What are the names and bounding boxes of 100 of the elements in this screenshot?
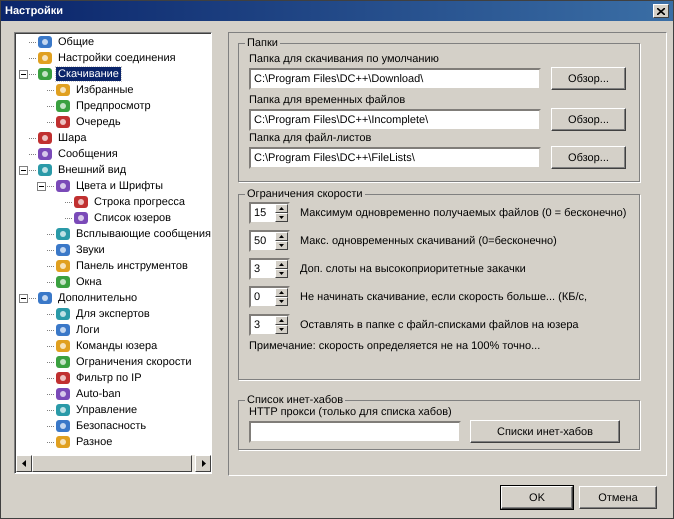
tree-item[interactable]: Настройки соединения xyxy=(56,51,178,65)
group-title: Список инет-хабов xyxy=(246,394,344,406)
spin-up-button[interactable] xyxy=(275,288,288,297)
window-title: Настройки xyxy=(5,5,64,17)
scroll-left-button[interactable] xyxy=(16,455,32,472)
field-label: Папка для временных файлов xyxy=(249,94,406,106)
tree-item[interactable]: Панель инструментов xyxy=(74,259,190,273)
number-spinner[interactable]: 15 xyxy=(249,202,290,224)
field-label: Папка для файл-листов xyxy=(249,132,372,144)
item-icon xyxy=(73,210,89,226)
group-title: Ограничения скорости xyxy=(246,188,364,200)
number-spinner[interactable]: 50 xyxy=(249,230,290,252)
tree-item[interactable]: Всплывающие сообщения xyxy=(74,227,213,241)
tree-item[interactable]: Управление xyxy=(74,403,140,417)
number-spinner[interactable]: 3 xyxy=(249,314,290,336)
up-triangle-icon xyxy=(278,205,285,212)
tree-item[interactable]: Безопасность xyxy=(74,419,148,433)
number-spinner[interactable]: 3 xyxy=(249,258,290,280)
item-icon xyxy=(55,338,71,354)
tree-item[interactable]: Фильтр по IP xyxy=(74,371,144,385)
item-icon xyxy=(55,274,71,290)
item-icon xyxy=(55,226,71,242)
up-triangle-icon xyxy=(278,289,285,296)
folder-path-field[interactable]: C:\Program Files\DC++\Download\ xyxy=(249,68,541,90)
tree-item[interactable]: Разное xyxy=(74,435,114,449)
tree-item[interactable]: Список юзеров xyxy=(92,211,174,225)
down-triangle-icon xyxy=(278,214,285,221)
dialog-button[interactable]: OK xyxy=(501,486,573,509)
close-button[interactable] xyxy=(653,4,669,18)
tree-item[interactable]: Дополнительно xyxy=(56,291,140,305)
tree-item[interactable]: Скачивание xyxy=(56,67,121,81)
down-triangle-icon xyxy=(278,326,285,333)
spin-down-button[interactable] xyxy=(275,325,288,334)
tree-item[interactable]: Сообщения xyxy=(56,147,120,161)
number-spinner[interactable]: 0 xyxy=(249,286,290,308)
tree-item[interactable]: Ограничения скорости xyxy=(74,355,194,369)
left-triangle-icon xyxy=(20,460,28,467)
setting-label: Доп. слоты на высокоприоритетные закачки xyxy=(300,263,526,275)
tree-item[interactable]: Цвета и Шрифты xyxy=(74,179,165,193)
tree-item[interactable]: Звуки xyxy=(74,243,107,257)
collapse-icon[interactable] xyxy=(19,166,28,174)
scroll-right-button[interactable] xyxy=(195,455,211,472)
tree-item[interactable]: Команды юзера xyxy=(74,339,160,353)
folder-path-field[interactable]: C:\Program Files\DC++\FileLists\ xyxy=(249,146,541,168)
down-triangle-icon xyxy=(278,242,285,249)
proxy-field[interactable] xyxy=(249,420,461,442)
collapse-icon[interactable] xyxy=(19,294,28,302)
tree-item[interactable]: Избранные xyxy=(74,83,136,97)
item-icon xyxy=(37,162,53,178)
browse-button[interactable]: Обзор... xyxy=(551,146,626,169)
group-title: Папки xyxy=(246,37,279,49)
item-icon xyxy=(55,178,71,194)
tree-item[interactable]: Auto-ban xyxy=(74,387,123,401)
item-icon xyxy=(37,146,53,162)
item-icon xyxy=(55,98,71,114)
setting-label: Макс. одновременных скачиваний (0=бесконечно) xyxy=(300,235,557,247)
tree-item[interactable]: Шара xyxy=(56,131,88,145)
up-triangle-icon xyxy=(278,233,285,240)
tree-item[interactable]: Для экспертов xyxy=(74,307,152,321)
item-icon xyxy=(55,402,71,418)
collapse-icon[interactable] xyxy=(37,182,46,190)
up-triangle-icon xyxy=(278,261,285,268)
item-icon xyxy=(73,194,89,210)
spin-up-button[interactable] xyxy=(275,204,288,213)
tree-item[interactable]: Очередь xyxy=(74,115,123,129)
item-icon xyxy=(55,418,71,434)
tree-item[interactable]: Общие xyxy=(56,35,96,49)
tree-item[interactable]: Логи xyxy=(74,323,102,337)
item-icon xyxy=(37,50,53,66)
right-triangle-icon xyxy=(200,460,206,467)
scroll-thumb[interactable] xyxy=(32,455,192,472)
spin-up-button[interactable] xyxy=(275,232,288,241)
item-icon xyxy=(55,306,71,322)
setting-label: Не начинать скачивание, если скорость больше... (КБ/с, xyxy=(300,291,588,303)
spin-down-button[interactable] xyxy=(275,297,288,306)
close-icon xyxy=(657,8,665,14)
setting-label: Максимум одновременно получаемых файлов (0 = бесконечно) xyxy=(300,207,626,219)
browse-button[interactable]: Обзор... xyxy=(551,67,626,90)
spin-down-button[interactable] xyxy=(275,213,288,222)
item-icon xyxy=(55,386,71,402)
hublists-button[interactable]: Списки инет-хабов xyxy=(470,420,620,443)
spin-down-button[interactable] xyxy=(275,269,288,278)
down-triangle-icon xyxy=(278,270,285,277)
item-icon xyxy=(55,370,71,386)
collapse-icon[interactable] xyxy=(19,70,28,78)
spin-up-button[interactable] xyxy=(275,260,288,269)
item-icon xyxy=(55,322,71,338)
folder-path-field[interactable]: C:\Program Files\DC++\Incomplete\ xyxy=(249,108,541,130)
item-icon xyxy=(37,66,53,82)
tree-item[interactable]: Предпросмотр xyxy=(74,99,153,113)
horizontal-scrollbar[interactable] xyxy=(16,455,211,472)
item-icon xyxy=(55,354,71,370)
dialog-button[interactable]: Отмена xyxy=(579,486,657,509)
browse-button[interactable]: Обзор... xyxy=(551,108,626,131)
field-label: Папка для скачивания по умолчанию xyxy=(249,53,440,65)
tree-item[interactable]: Строка прогресса xyxy=(92,195,188,209)
tree-item[interactable]: Внешний вид xyxy=(56,163,128,177)
tree-item[interactable]: Окна xyxy=(74,275,104,289)
spin-down-button[interactable] xyxy=(275,241,288,250)
spin-up-button[interactable] xyxy=(275,316,288,325)
